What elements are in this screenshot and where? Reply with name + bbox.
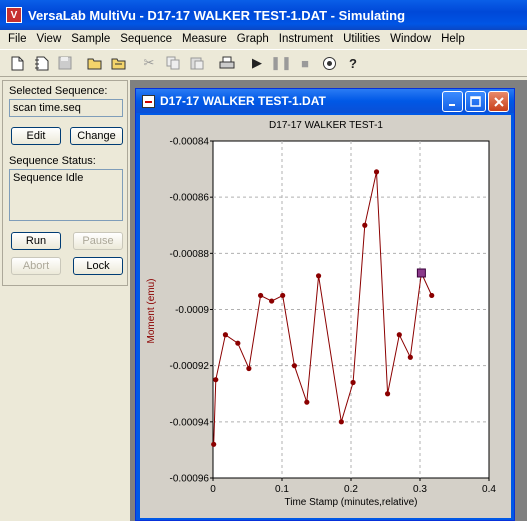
data-point [211, 441, 217, 447]
run-button[interactable]: Run [11, 232, 61, 250]
graph-window-icon [142, 94, 155, 108]
data-point [269, 298, 275, 304]
close-button[interactable] [488, 91, 509, 112]
new-file-icon[interactable] [6, 52, 28, 74]
data-point [304, 399, 310, 405]
y-tick-label: -0.00084 [170, 137, 210, 148]
data-point [338, 419, 344, 425]
new-sequence-icon[interactable] [30, 52, 52, 74]
pause-button[interactable]: Pause [73, 232, 123, 250]
x-tick-label: 0 [210, 484, 216, 495]
menu-sequence[interactable]: Sequence [115, 33, 177, 45]
app-title-bar[interactable]: V VersaLab MultiVu - D17-17 WALKER TEST-… [0, 0, 527, 30]
chart-title: D17-17 WALKER TEST-1 [269, 120, 383, 131]
selected-sequence-label: Selected Sequence: [9, 85, 108, 97]
selected-data-point [416, 268, 426, 278]
data-point [350, 379, 356, 386]
sequence-status-label: Sequence Status: [9, 155, 96, 167]
abort-button[interactable]: Abort [11, 257, 61, 275]
run-icon[interactable]: ▶ [246, 52, 268, 74]
x-axis-label: Time Stamp (minutes,relative) [285, 497, 418, 508]
menu-help[interactable]: Help [436, 33, 470, 45]
data-point [213, 377, 219, 383]
save-icon[interactable] [54, 52, 76, 74]
x-tick-label: 0.1 [275, 484, 289, 495]
pause-icon[interactable]: ❚❚ [270, 52, 292, 74]
menu-view[interactable]: View [32, 33, 67, 45]
data-point [291, 363, 298, 369]
app-icon: V [6, 7, 22, 23]
lock-button[interactable]: Lock [73, 257, 123, 275]
data-point [246, 365, 252, 372]
data-point [315, 273, 322, 279]
stop-icon[interactable]: ■ [294, 52, 316, 74]
open-sequence-icon[interactable] [108, 52, 130, 74]
menu-measure[interactable]: Measure [177, 33, 232, 45]
menu-instrument[interactable]: Instrument [274, 33, 338, 45]
open-folder-icon[interactable] [84, 52, 106, 74]
data-point [362, 222, 368, 228]
data-point [235, 340, 241, 346]
print-icon[interactable] [216, 52, 238, 74]
copy-icon[interactable] [162, 52, 184, 74]
menu-utilities[interactable]: Utilities [338, 33, 385, 45]
graph-window-title: D17-17 WALKER TEST-1.DAT [160, 94, 326, 108]
menu-graph[interactable]: Graph [232, 33, 274, 45]
paste-icon[interactable] [186, 52, 208, 74]
y-tick-label: -0.00086 [170, 193, 210, 204]
x-tick-label: 0.4 [482, 484, 496, 495]
data-point [396, 332, 402, 338]
menu-window[interactable]: Window [385, 33, 436, 45]
minimize-button[interactable] [442, 91, 463, 112]
graph-window: D17-17 WALKER TEST-1.DAT D17-17 WALKER T… [135, 88, 515, 521]
status-icon[interactable] [318, 52, 340, 74]
toolbar: ✂ ▶ ❚❚ ■ ? [0, 49, 527, 77]
y-tick-label: -0.00088 [170, 249, 210, 260]
selected-sequence-field: scan time.seq [9, 99, 123, 117]
plot-area: D17-17 WALKER TEST-1 -0.00084 -0.00086 -0.… [140, 115, 511, 518]
y-axis-ticks: -0.00084 -0.00086 -0.00088 -0.0009 -0.00092 -… [170, 137, 213, 485]
y-tick-label: -0.00096 [170, 474, 210, 485]
x-tick-label: 0.3 [413, 484, 427, 495]
change-button[interactable]: Change [70, 127, 123, 145]
moment-vs-time-chart[interactable]: D17-17 WALKER TEST-1 -0.00084-0.00086-0.… [140, 115, 511, 518]
data-point [429, 292, 435, 299]
menu-sample[interactable]: Sample [66, 33, 115, 45]
app-title: VersaLab MultiVu - D17-17 WALKER TEST-1.… [28, 7, 406, 23]
data-point [384, 391, 391, 397]
data-point [222, 332, 229, 338]
data-point [373, 169, 380, 175]
sequence-panel: Selected Sequence: scan time.seq Edit Ch… [2, 80, 128, 286]
y-tick-label: -0.00094 [170, 417, 210, 428]
x-axis-ticks: 0 0.1 0.2 0.3 0.4 [210, 478, 496, 495]
help-icon[interactable]: ? [342, 52, 364, 74]
y-tick-label: -0.0009 [175, 305, 209, 316]
data-point [407, 354, 413, 360]
data-point [280, 292, 286, 299]
y-axis-label: Moment (emu) [146, 278, 157, 343]
data-point [258, 292, 264, 299]
edit-button[interactable]: Edit [11, 127, 61, 145]
y-tick-label: -0.00092 [170, 361, 210, 372]
sequence-status-field: Sequence Idle [9, 169, 123, 221]
x-tick-label: 0.2 [344, 484, 358, 495]
menu-file[interactable]: File [3, 33, 32, 45]
maximize-button[interactable] [465, 91, 486, 112]
menu-bar: File View Sample Sequence Measure Graph … [0, 30, 527, 48]
cut-icon[interactable]: ✂ [138, 52, 160, 74]
